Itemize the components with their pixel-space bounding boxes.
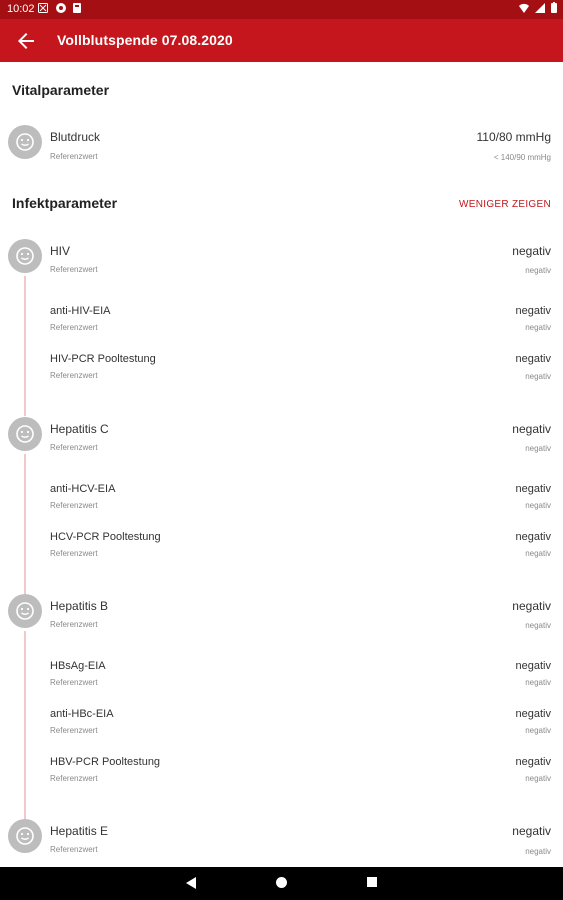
avatar bbox=[8, 594, 42, 628]
parameter-value: negativ bbox=[512, 599, 551, 613]
reference-label: Referenzwert bbox=[50, 845, 98, 854]
battery-icon bbox=[551, 2, 557, 13]
vital-section-title: Vitalparameter bbox=[12, 82, 110, 98]
timeline-line bbox=[24, 454, 26, 594]
notification-icon bbox=[38, 3, 48, 13]
smiley-face-icon bbox=[16, 133, 34, 151]
smiley-face-icon bbox=[16, 425, 34, 443]
parameter-value: negativ bbox=[515, 756, 551, 768]
reference-value: negativ bbox=[525, 372, 551, 381]
parameter-value: negativ bbox=[515, 483, 551, 495]
reference-value: < 140/90 mmHg bbox=[493, 153, 551, 162]
circle-home-icon[interactable] bbox=[275, 876, 288, 889]
reference-value: negativ bbox=[525, 549, 551, 558]
avatar bbox=[8, 125, 42, 159]
parameter-name: HBV-PCR Pooltestung bbox=[50, 756, 161, 768]
reference-label: Referenzwert bbox=[50, 726, 98, 735]
system-navigation-bar bbox=[0, 867, 563, 900]
parameter-name: anti-HCV-EIA bbox=[50, 483, 116, 495]
reference-label: Referenzwert bbox=[50, 323, 98, 332]
status-bar: 10:02 bbox=[0, 0, 563, 19]
show-less-button[interactable]: WENIGER ZEIGEN bbox=[459, 199, 551, 210]
smiley-face-icon bbox=[16, 602, 34, 620]
reference-label: Referenzwert bbox=[50, 678, 98, 687]
back-arrow-icon[interactable] bbox=[14, 29, 38, 53]
reference-value: negativ bbox=[525, 501, 551, 510]
parameter-value: negativ bbox=[515, 353, 551, 365]
reference-value: negativ bbox=[525, 323, 551, 332]
results-content[interactable]: Vitalparameter Blutdruck Referenzwert 11… bbox=[0, 62, 563, 867]
status-time: 10:02 bbox=[7, 3, 35, 15]
timeline-line bbox=[24, 276, 26, 416]
parameter-value: negativ bbox=[515, 660, 551, 672]
reference-label: Referenzwert bbox=[50, 620, 98, 629]
reference-label: Referenzwert bbox=[50, 265, 98, 274]
parameter-name: anti-HIV-EIA bbox=[50, 305, 111, 317]
page-title: Vollblutspende 07.08.2020 bbox=[57, 32, 233, 48]
reference-label: Referenzwert bbox=[50, 443, 98, 452]
notification-icon bbox=[56, 3, 66, 13]
reference-label: Referenzwert bbox=[50, 152, 98, 161]
timeline-line bbox=[24, 631, 26, 819]
parameter-name: HBsAg-EIA bbox=[50, 660, 106, 672]
signal-icon bbox=[535, 2, 545, 13]
reference-value: negativ bbox=[525, 726, 551, 735]
reference-value: negativ bbox=[525, 444, 551, 453]
parameter-value: negativ bbox=[512, 824, 551, 838]
parameter-value: 110/80 mmHg bbox=[476, 130, 551, 144]
square-recents-icon[interactable] bbox=[366, 876, 378, 888]
reference-value: negativ bbox=[525, 621, 551, 630]
reference-label: Referenzwert bbox=[50, 549, 98, 558]
parameter-value: negativ bbox=[515, 305, 551, 317]
reference-label: Referenzwert bbox=[50, 371, 98, 380]
parameter-name: Hepatitis B bbox=[50, 599, 109, 613]
parameter-value: negativ bbox=[515, 531, 551, 543]
smiley-face-icon bbox=[16, 827, 34, 845]
parameter-name: anti-HBc-EIA bbox=[50, 708, 114, 720]
reference-value: negativ bbox=[525, 847, 551, 856]
reference-value: negativ bbox=[525, 678, 551, 687]
avatar bbox=[8, 239, 42, 273]
reference-label: Referenzwert bbox=[50, 774, 98, 783]
parameter-name: HIV-PCR Pooltestung bbox=[50, 353, 156, 365]
reference-value: negativ bbox=[525, 266, 551, 275]
triangle-back-icon[interactable] bbox=[185, 876, 197, 890]
parameter-name: Hepatitis C bbox=[50, 422, 109, 436]
parameter-value: negativ bbox=[512, 422, 551, 436]
avatar bbox=[8, 819, 42, 853]
parameter-name: Hepatitis E bbox=[50, 824, 109, 838]
parameter-value: negativ bbox=[515, 708, 551, 720]
parameter-name: HCV-PCR Pooltestung bbox=[50, 531, 161, 543]
reference-label: Referenzwert bbox=[50, 501, 98, 510]
notification-icon bbox=[73, 3, 81, 13]
parameter-name: Blutdruck bbox=[50, 130, 101, 144]
wifi-icon bbox=[519, 3, 529, 13]
infekt-section-title: Infektparameter bbox=[12, 195, 118, 211]
smiley-face-icon bbox=[16, 247, 34, 265]
reference-value: negativ bbox=[525, 774, 551, 783]
app-bar: Vollblutspende 07.08.2020 bbox=[0, 19, 563, 62]
parameter-value: negativ bbox=[512, 244, 551, 258]
parameter-name: HIV bbox=[50, 244, 71, 258]
avatar bbox=[8, 417, 42, 451]
